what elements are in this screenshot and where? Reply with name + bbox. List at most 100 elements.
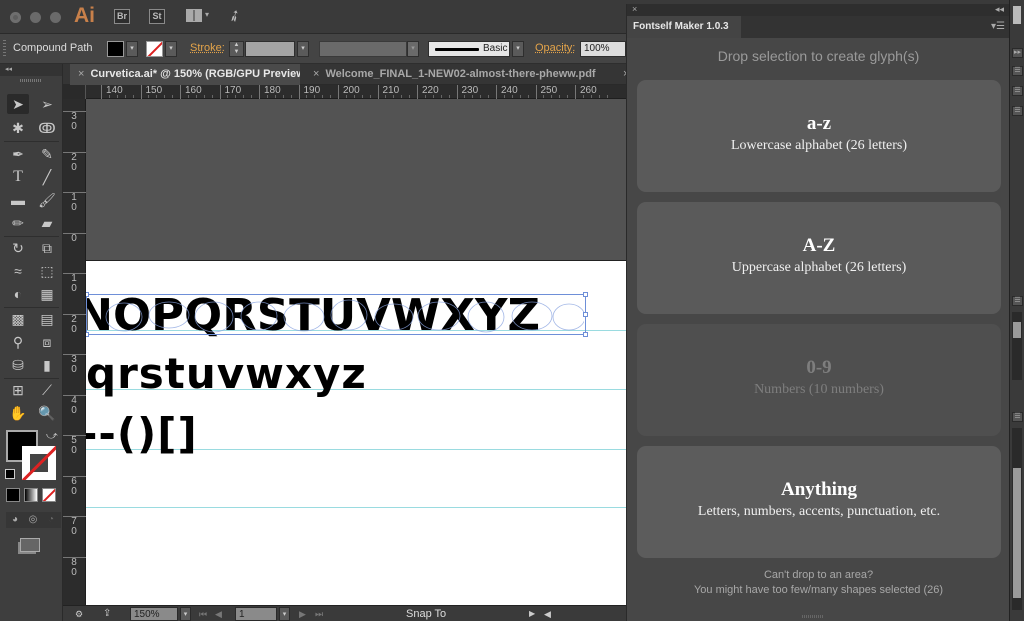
artboard-number-input[interactable]: 1 [235,607,277,621]
resize-handle[interactable] [583,332,588,337]
direct-selection-tool-icon[interactable]: ➢ [36,94,58,114]
bridge-button[interactable]: Br [114,9,130,24]
lasso-tool-icon[interactable]: ↂ [36,118,58,138]
glyph-row-lowercase[interactable]: qrstuvwxyz [86,349,367,398]
glyph-row-punctuation[interactable]: --()[] [86,409,198,458]
variable-width-profile-select[interactable] [319,41,407,57]
close-icon[interactable]: × [313,68,319,80]
share-icon[interactable]: ⇪ [103,607,111,621]
tab-welcome-pdf[interactable]: × Welcome_FINAL_1-NEW02-almost-there-phew… [305,64,615,85]
scroll-left-icon[interactable]: ◀ [544,607,551,621]
panel-menu-icon[interactable]: ☰ [1012,296,1023,306]
collapse-panel-icon[interactable]: ◂◂ [995,4,1004,15]
type-tool-icon[interactable]: T [7,167,29,187]
symbol-sprayer-tool-icon[interactable]: ⛁ [7,355,29,375]
panel-grip[interactable] [3,40,6,58]
gpu-performance-icon[interactable]: ➶ [224,4,246,28]
chevron-down-icon[interactable]: ▾ [205,10,209,19]
canvas[interactable]: NOPQRSTUVWXYZ qrstuvwxyz --()[] [86,99,626,605]
resize-handle[interactable] [86,292,89,297]
draw-behind-icon[interactable]: ◎ [25,513,41,527]
gradient-tool-icon[interactable]: ▤ [36,309,58,329]
panel-menu-icon[interactable]: ☰ [1012,66,1023,76]
scrollbar-thumb[interactable] [1013,468,1021,598]
artboard[interactable]: NOPQRSTUVWXYZ qrstuvwxyz --()[] [86,260,626,605]
stroke-label[interactable]: Stroke: [190,42,225,54]
resize-handle[interactable] [583,292,588,297]
selection-bounding-box[interactable] [86,292,588,337]
warp-tool-icon[interactable]: ≈ [7,261,29,281]
brush-definition-select[interactable]: Basic [428,41,510,57]
draw-inside-icon[interactable]: ◔ [43,513,59,527]
artboard-tool-icon[interactable]: ⊞ [7,380,29,400]
scale-tool-icon[interactable]: ⧉ [36,238,58,258]
rotate-tool-icon[interactable]: ↻ [7,238,29,258]
panel-menu-icon[interactable]: ☰ [1012,86,1023,96]
tools-grip[interactable] [20,79,42,82]
fill-dropdown-button[interactable]: ▾ [126,41,138,57]
selection-tool-icon[interactable]: ➤ [7,94,29,114]
drop-zone-lowercase[interactable]: a-z Lowercase alphabet (26 letters) [637,80,1001,192]
gpu-toggle-icon[interactable]: ⚙ [75,607,83,621]
brush-dropdown-button[interactable]: ▾ [512,41,524,57]
previous-artboard-button[interactable]: ◀ [215,607,222,621]
perspective-grid-tool-icon[interactable]: ▦ [36,284,58,304]
draw-normal-icon[interactable]: ◕ [7,513,23,527]
opacity-label[interactable]: Opacity: [535,42,575,54]
pencil-tool-icon[interactable]: ✏ [7,213,29,233]
zoom-level-input[interactable]: 150% [130,607,178,621]
column-graph-tool-icon[interactable]: ▮ [36,355,58,375]
eraser-tool-icon[interactable]: ▰ [36,213,58,233]
ruler-origin[interactable] [63,85,86,99]
resize-handle[interactable] [86,332,89,337]
eyedropper-tool-icon[interactable]: ⚲ [7,332,29,352]
close-icon[interactable]: × [78,68,84,80]
window-close-button[interactable] [10,12,21,23]
swap-fill-stroke-icon[interactable]: ⤻ [46,430,58,443]
stroke-weight-input[interactable] [245,41,295,57]
tab-curvetica[interactable]: × Curvetica.ai* @ 150% (RGB/GPU Preview) [70,64,300,85]
default-fill-stroke-icon[interactable] [5,469,15,479]
stock-button[interactable]: St [149,9,165,24]
panel-menu-icon[interactable]: ☰ [1012,412,1023,422]
shape-builder-tool-icon[interactable]: ◐ [7,284,29,304]
slice-tool-icon[interactable]: ⟋ [36,380,58,400]
drop-zone-anything[interactable]: Anything Letters, numbers, accents, punc… [637,446,1001,558]
stroke-weight-stepper[interactable]: ▲ ▼ [229,41,244,57]
selection-type-label[interactable]: Compound Path [13,42,93,54]
panel-resize-grip[interactable] [802,615,824,618]
screen-mode-icon[interactable] [20,538,40,552]
zoom-tool-icon[interactable]: 🔍 [36,403,58,423]
opacity-input[interactable]: 100% [580,41,626,57]
curvature-tool-icon[interactable]: ✎ [36,144,58,164]
fill-swatch[interactable] [107,41,124,57]
stroke-swatch[interactable] [146,41,163,57]
window-zoom-button[interactable] [50,12,61,23]
stroke-color-box[interactable] [22,446,56,480]
line-segment-tool-icon[interactable]: ╱ [36,167,58,187]
variable-width-dropdown[interactable]: ▾ [407,41,419,57]
tools-collapse-icon[interactable]: ◂◂ [0,64,62,76]
last-artboard-button[interactable]: ⏭ [315,607,323,621]
scrollbar-thumb[interactable] [1013,322,1021,338]
panel-menu-icon[interactable]: ☰ [1012,106,1023,116]
window-minimize-button[interactable] [30,12,41,23]
drop-zone-uppercase[interactable]: A-Z Uppercase alphabet (26 letters) [637,202,1001,430]
status-text[interactable]: Snap To [406,607,446,621]
resize-handle[interactable] [583,312,588,317]
magic-wand-tool-icon[interactable]: ✱ [7,118,29,138]
color-mode-button[interactable] [6,488,20,502]
artboard-dropdown[interactable]: ▾ [279,607,290,621]
mesh-tool-icon[interactable]: ▩ [7,309,29,329]
next-artboard-button[interactable]: ▶ [299,607,306,621]
vertical-ruler[interactable]: 30 20 10 0 10 20 30 40 50 60 70 80 [63,99,86,605]
free-transform-tool-icon[interactable]: ⬚ [36,261,58,281]
none-mode-button[interactable] [42,488,56,502]
arrange-documents-icon[interactable] [186,9,202,22]
paintbrush-tool-icon[interactable]: 🖌 [36,190,58,210]
stroke-dropdown-button[interactable]: ▾ [165,41,177,57]
stroke-weight-dropdown[interactable]: ▾ [297,41,309,57]
rectangle-tool-icon[interactable]: ▬ [7,190,29,210]
panel-menu-icon[interactable]: ▾☰ [991,21,1005,32]
drop-zone-numbers[interactable]: 0-9 Numbers (10 numbers) [637,324,1001,436]
